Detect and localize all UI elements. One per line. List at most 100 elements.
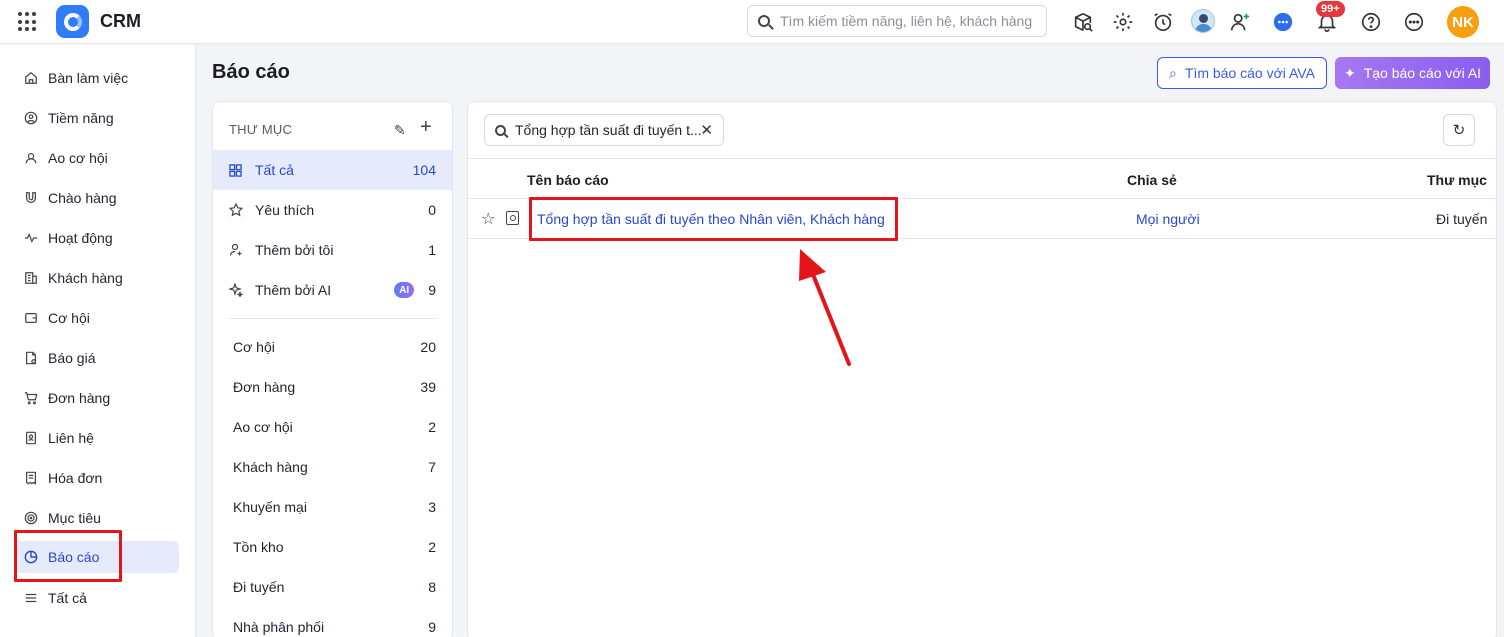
column-header-folder[interactable]: Thư mục (1427, 172, 1487, 188)
notification-badge: 99+ (1316, 1, 1345, 17)
sidebar-item-hoa-don[interactable]: Hóa đơn (14, 462, 179, 494)
folder-item-don-hang[interactable]: Đơn hàng 39 (213, 367, 452, 407)
folder-item-them-boi-ai[interactable]: Thêm bởi AI AI 9 (213, 270, 452, 310)
create-report-ai-button[interactable]: ✦ Tạo báo cáo với AI (1335, 57, 1490, 89)
activity-icon (24, 231, 38, 245)
sidebar-item-tat-ca[interactable]: Tất cả (14, 582, 179, 614)
column-header-name[interactable]: Tên báo cáo (527, 172, 609, 188)
folder-item-di-tuyen[interactable]: Đi tuyến 8 (213, 567, 452, 607)
refresh-icon: ↻ (1452, 122, 1466, 139)
goal-icon (24, 511, 38, 525)
sidebar-item-ao-co-hoi[interactable]: Ao cơ hội (14, 142, 179, 174)
sidebar-item-lien-he[interactable]: Liên hệ (14, 422, 179, 454)
sidebar-item-bao-gia[interactable]: Báo giá (14, 342, 179, 374)
sidebar-item-don-hang[interactable]: Đơn hàng (14, 382, 179, 414)
sidebar-item-label: Bàn làm việc (48, 70, 129, 86)
sidebar-item-label: Đơn hàng (48, 390, 111, 406)
alarm-clock-icon[interactable] (1150, 9, 1176, 35)
highlight-box-sidebar (14, 530, 122, 582)
star-icon (229, 203, 243, 217)
sparkle-icon (229, 283, 243, 297)
table-header: Tên báo cáo Chia sẻ Thư mục (468, 158, 1496, 199)
sidebar-item-chao-hang[interactable]: Chào hàng (14, 182, 179, 214)
refresh-button[interactable]: ↻ (1443, 114, 1475, 146)
sidebar-item-label: Tất cả (48, 590, 87, 606)
cart-icon (24, 391, 38, 405)
users-icon (24, 151, 38, 165)
page-scrollbar[interactable] (1497, 45, 1504, 637)
home-icon (24, 71, 38, 85)
report-list-panel: Tổng hợp tần suất đi tuyến t... ✕ ↻ Tên … (467, 101, 1497, 637)
folder-item-ao-co-hoi[interactable]: Ao cơ hội 2 (213, 407, 452, 447)
sidebar-item-label: Hoạt động (48, 230, 113, 246)
sidebar-item-label: Chào hàng (48, 190, 117, 206)
folder-item-co-hoi[interactable]: Cơ hội 20 (213, 327, 452, 367)
invoice-icon (24, 471, 38, 485)
plus-icon[interactable]: + (420, 117, 432, 137)
close-icon[interactable]: ✕ (700, 121, 713, 139)
report-doc-icon (506, 211, 519, 225)
sidebar-item-label: Hóa đơn (48, 470, 103, 486)
folder-panel: THƯ MỤC ✎ + Tất cả 104 Yêu thích 0 Thêm … (212, 101, 453, 637)
magnet-icon (24, 191, 38, 205)
sparkle-icon: ✦ (1343, 64, 1356, 81)
search-icon (495, 124, 506, 136)
box-search-icon[interactable] (1070, 9, 1096, 35)
add-user-icon (229, 243, 243, 257)
contact-book-icon (24, 431, 38, 445)
folder-header: THƯ MỤC (229, 122, 293, 137)
search-icon (758, 15, 770, 27)
sidebar-item-label: Ao cơ hội (48, 150, 108, 166)
sidebar-item-ban-lam-viec[interactable]: Bàn làm việc (14, 62, 179, 94)
find-report-ava-button[interactable]: ⌕ Tìm báo cáo với AVA (1157, 57, 1327, 89)
folder-item-nha-phan-phoi[interactable]: Nhà phân phối 9 (213, 607, 452, 637)
page-title: Báo cáo (212, 61, 290, 83)
folder-item-tat-ca[interactable]: Tất cả 104 (213, 150, 452, 190)
sidebar-item-khach-hang[interactable]: Khách hàng (14, 262, 179, 294)
sidebar-item-tiem-nang[interactable]: Tiềm năng (14, 102, 179, 134)
folder-item-yeu-thich[interactable]: Yêu thích 0 (213, 190, 452, 230)
sidebar-item-label: Liên hệ (48, 430, 94, 446)
grid-icon (229, 163, 243, 177)
column-header-share[interactable]: Chia sẻ (1127, 172, 1177, 188)
sidebar-item-co-hoi[interactable]: Cơ hội (14, 302, 179, 334)
report-share: Mọi người (1136, 211, 1200, 227)
search-sparkle-icon: ⌕ (1169, 64, 1177, 81)
wallet-icon (24, 311, 38, 325)
report-search-chip-text: Tổng hợp tần suất đi tuyến t... (515, 122, 702, 138)
target-user-icon (24, 111, 38, 125)
global-search-input[interactable] (780, 13, 1040, 29)
sidebar-item-hoat-dong[interactable]: Hoạt động (14, 222, 179, 254)
highlight-box-report (529, 197, 898, 241)
menu-lines-icon (24, 591, 38, 605)
folder-divider (229, 318, 436, 319)
sidebar-item-label: Cơ hội (48, 310, 90, 326)
gear-icon[interactable] (1110, 9, 1136, 35)
report-folder: Đi tuyến (1436, 211, 1488, 227)
folder-item-khach-hang[interactable]: Khách hàng 7 (213, 447, 452, 487)
user-initials-avatar[interactable]: NK (1447, 6, 1479, 38)
global-search[interactable] (747, 5, 1047, 37)
sidebar-item-label: Khách hàng (48, 270, 123, 286)
quote-doc-icon (24, 351, 38, 365)
folder-item-them-boi-toi[interactable]: Thêm bởi tôi 1 (213, 230, 452, 270)
folder-item-ton-kho[interactable]: Tồn kho 2 (213, 527, 452, 567)
sidebar-item-label: Báo giá (48, 350, 96, 366)
sidebar-item-label: Mục tiêu (48, 510, 101, 526)
building-icon (24, 271, 38, 285)
user-avatar[interactable] (1191, 9, 1215, 33)
chat-icon[interactable] (1270, 9, 1296, 35)
ai-badge: AI (394, 282, 415, 298)
sidebar-item-label: Tiềm năng (48, 110, 114, 126)
folder-item-khuyen-mai[interactable]: Khuyến mại 3 (213, 487, 452, 527)
app-title[interactable]: CRM (100, 11, 141, 32)
star-icon[interactable]: ☆ (481, 209, 495, 229)
top-bar: CRM 99+ NK (0, 0, 1504, 44)
more-icon[interactable] (1401, 9, 1427, 35)
crm-logo-icon[interactable] (56, 5, 89, 38)
pencil-icon[interactable]: ✎ (394, 122, 406, 139)
add-user-icon[interactable] (1227, 9, 1253, 35)
apps-grid-icon[interactable] (18, 12, 38, 32)
report-search-chip[interactable]: Tổng hợp tần suất đi tuyến t... ✕ (484, 114, 724, 146)
help-icon[interactable] (1358, 9, 1384, 35)
